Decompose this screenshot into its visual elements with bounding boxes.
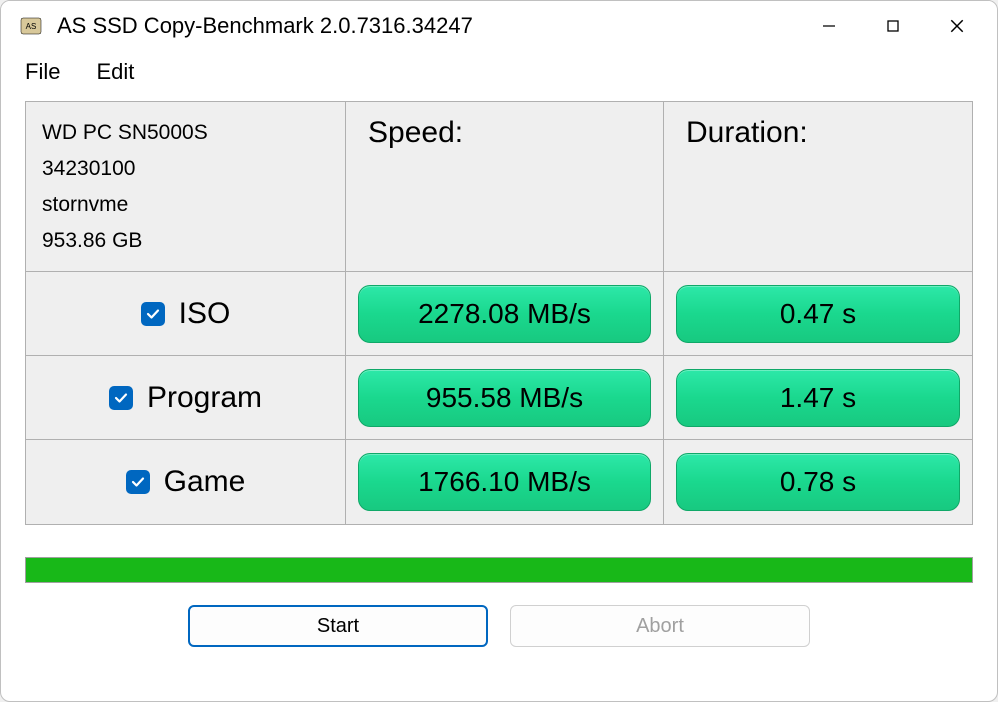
speed-header-cell: Speed:	[346, 102, 664, 271]
speed-program: 955.58 MB/s	[358, 369, 651, 427]
titlebar: AS AS SSD Copy-Benchmark 2.0.7316.34247	[1, 1, 997, 51]
label-program: Program	[147, 381, 262, 415]
drive-capacity: 953.86 GB	[42, 229, 329, 253]
svg-text:AS: AS	[26, 22, 37, 31]
speed-iso: 2278.08 MB/s	[358, 285, 651, 343]
close-button[interactable]	[925, 5, 989, 47]
window-controls	[797, 5, 989, 47]
app-window: AS AS SSD Copy-Benchmark 2.0.7316.34247 …	[0, 0, 998, 702]
window-title: AS SSD Copy-Benchmark 2.0.7316.34247	[57, 13, 797, 39]
progress-bar	[25, 557, 973, 583]
minimize-button[interactable]	[797, 5, 861, 47]
app-icon: AS	[17, 12, 45, 40]
duration-iso: 0.47 s	[676, 285, 960, 343]
menu-file[interactable]: File	[25, 59, 60, 85]
menubar: File Edit	[1, 51, 997, 93]
button-row: Start Abort	[25, 605, 973, 647]
duration-header-cell: Duration:	[664, 102, 972, 271]
abort-button[interactable]: Abort	[510, 605, 810, 647]
menu-edit[interactable]: Edit	[96, 59, 134, 85]
results-grid: WD PC SN5000S 34230100 stornvme 953.86 G…	[25, 101, 973, 525]
label-iso: ISO	[179, 297, 231, 331]
drive-info-cell: WD PC SN5000S 34230100 stornvme 953.86 G…	[26, 102, 346, 271]
maximize-button[interactable]	[861, 5, 925, 47]
speed-header: Speed:	[368, 116, 463, 150]
duration-game: 0.78 s	[676, 453, 960, 511]
content-area: WD PC SN5000S 34230100 stornvme 953.86 G…	[1, 93, 997, 701]
speed-game: 1766.10 MB/s	[358, 453, 651, 511]
row-game: Game 1766.10 MB/s 0.78 s	[26, 440, 972, 524]
header-row: WD PC SN5000S 34230100 stornvme 953.86 G…	[26, 102, 972, 272]
checkbox-iso[interactable]	[141, 302, 165, 326]
start-button[interactable]: Start	[188, 605, 488, 647]
duration-header: Duration:	[686, 116, 808, 150]
checkbox-program[interactable]	[109, 386, 133, 410]
row-program: Program 955.58 MB/s 1.47 s	[26, 356, 972, 440]
drive-model: WD PC SN5000S	[42, 121, 329, 145]
drive-firmware: 34230100	[42, 157, 329, 181]
duration-program: 1.47 s	[676, 369, 960, 427]
label-game: Game	[164, 465, 246, 499]
drive-driver: stornvme	[42, 193, 329, 217]
checkbox-game[interactable]	[126, 470, 150, 494]
row-iso: ISO 2278.08 MB/s 0.47 s	[26, 272, 972, 356]
